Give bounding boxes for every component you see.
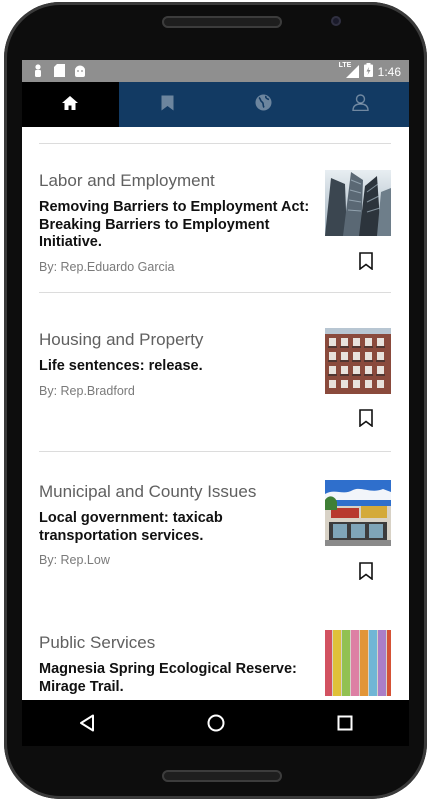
article-title[interactable]: Local government: taxicab transportation… [39,510,321,545]
bookmark-toggle-icon[interactable] [359,562,373,580]
article-title[interactable]: Magnesia Spring Ecological Reserve: Mira… [39,661,321,696]
article-item[interactable]: Labor and Employment Removing Barriers t… [39,170,391,274]
divider [39,143,391,144]
status-time: 1:46 [377,64,401,79]
globe-icon [255,94,272,115]
article-item[interactable]: Municipal and County Issues Local govern… [39,480,391,580]
earpiece-speaker [162,16,282,28]
article-author: By: Rep.Low [39,553,110,567]
bottom-speaker [162,770,282,782]
status-bar: LTE 1:46 [22,60,409,82]
storefront-image [325,480,391,546]
bookmark-icon [161,95,174,115]
signal-icon: LTE [339,62,359,78]
article-title[interactable]: Removing Barriers to Employment Act: Bre… [39,199,321,252]
recents-icon [337,715,352,731]
bookmark-toggle-icon[interactable] [359,409,373,427]
front-camera [331,16,341,26]
sd-card-icon [53,64,65,77]
screen: LTE 1:46 Labor and Employment Removing B… [22,60,409,746]
skyscrapers-image [325,170,391,236]
recents-button[interactable] [315,700,375,746]
brick-building-image [325,328,391,394]
tab-bar [22,82,409,127]
tab-home[interactable] [22,82,119,127]
person-icon [32,64,44,77]
system-nav-bar [22,700,409,746]
tab-bookmarks[interactable] [119,82,216,127]
divider [39,451,391,452]
back-icon [79,714,94,732]
tab-profile[interactable] [312,82,409,127]
android-icon [74,64,86,77]
home-circle-icon [207,714,224,732]
colored-chalk-image [325,630,391,696]
article-feed[interactable]: Labor and Employment Removing Barriers t… [22,127,409,700]
article-author: By: Rep.Eduardo Garcia [39,259,175,274]
battery-icon [363,63,373,80]
home-button[interactable] [186,700,246,746]
bookmark-toggle-icon[interactable] [359,252,373,270]
back-button[interactable] [57,700,117,746]
user-icon [352,94,369,115]
article-item[interactable]: Housing and Property Life sentences: rel… [39,328,391,427]
article-title[interactable]: Life sentences: release. [39,358,321,376]
tab-explore[interactable] [216,82,313,127]
article-item[interactable]: Public Services Magnesia Spring Ecologic… [39,630,391,700]
home-icon [61,95,79,115]
divider [39,292,391,293]
